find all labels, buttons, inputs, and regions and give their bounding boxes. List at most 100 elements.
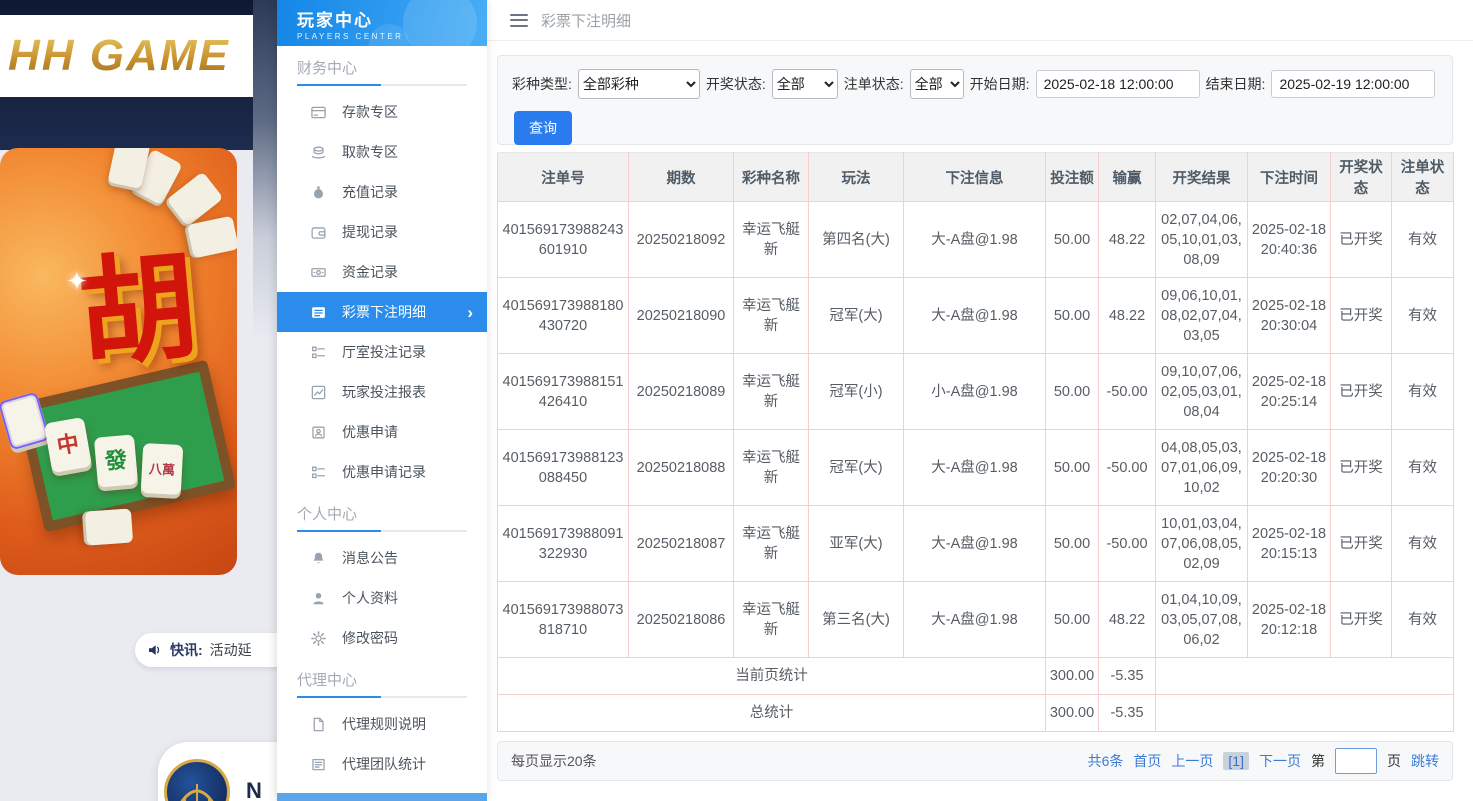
page-number-input[interactable]: [1335, 748, 1377, 774]
table-cell: 50.00: [1046, 278, 1099, 354]
sidebar-item-player-bet-report[interactable]: 玩家投注报表: [277, 372, 487, 412]
order-status-select[interactable]: 全部: [910, 69, 964, 99]
next-page-link[interactable]: 下一页: [1259, 751, 1301, 771]
edge-gradient-strip: [253, 0, 277, 340]
table-cell: 50.00: [1046, 202, 1099, 278]
mahjong-tile: 八萬: [141, 443, 184, 495]
table-cell: 09,06,10,01,08,02,07,04,03,05: [1156, 278, 1248, 354]
moneybag-icon: [310, 184, 327, 201]
table-cell: 2025-02-18 20:25:14: [1248, 354, 1331, 430]
start-date-label: 开始日期:: [970, 74, 1030, 94]
section-underline: [297, 530, 467, 532]
bell-icon: [310, 550, 327, 567]
search-button[interactable]: 查询: [514, 111, 572, 145]
main-content: 彩票下注明细 彩种类型: 全部彩种 开奖状态: 全部 注单状态: 全部 开始日期…: [487, 0, 1473, 801]
section-underline: [297, 84, 467, 86]
table-cell: 20250218089: [629, 354, 734, 430]
sidebar-item-label: 优惠申请: [342, 422, 398, 442]
wallet-icon: [310, 224, 327, 241]
mahjong-tile: [85, 508, 133, 545]
sidebar-item-deposit[interactable]: 存款专区: [277, 92, 487, 132]
table-cell: 大-A盘@1.98: [904, 506, 1046, 582]
speaker-icon: [147, 642, 163, 658]
table-cell: 401569173988091322930: [498, 506, 629, 582]
column-header: 开奖结果: [1156, 153, 1248, 202]
sidebar-nav: 财务中心存款专区取款专区充值记录提现记录资金记录彩票下注明细›厅室投注记录玩家投…: [277, 58, 487, 784]
table-cell: 2025-02-18 20:12:18: [1248, 582, 1331, 658]
column-header: 玩法: [809, 153, 904, 202]
total-count-text: 共6条: [1088, 751, 1124, 771]
summary-label: 当前页统计: [498, 658, 1046, 695]
column-header: 彩种名称: [734, 153, 809, 202]
logo-band: HH GAME: [0, 15, 253, 97]
end-date-label: 结束日期:: [1206, 74, 1266, 94]
table-cell: -50.00: [1099, 354, 1156, 430]
table-cell: 20250218088: [629, 430, 734, 506]
sidebar-item-label: 厅室投注记录: [342, 342, 426, 362]
table-cell: 小-A盘@1.98: [904, 354, 1046, 430]
table-cell: 50.00: [1046, 506, 1099, 582]
sidebar-item-promo-apply[interactable]: 优惠申请: [277, 412, 487, 452]
section-title: 个人中心: [297, 504, 467, 526]
lottery-type-select[interactable]: 全部彩种: [578, 69, 700, 99]
summary-empty: [1156, 695, 1454, 732]
filter-panel: 彩种类型: 全部彩种 开奖状态: 全部 注单状态: 全部 开始日期: 结束日期:…: [497, 55, 1453, 145]
filter-row: 彩种类型: 全部彩种 开奖状态: 全部 注单状态: 全部 开始日期: 结束日期:: [512, 69, 1438, 99]
summary-winloss-total: -5.35: [1099, 695, 1156, 732]
list-card-icon: [310, 304, 327, 321]
end-date-input[interactable]: [1271, 70, 1435, 98]
table-cell: 幸运飞艇新: [734, 506, 809, 582]
table-row: 40156917398809132293020250218087幸运飞艇新亚军(…: [498, 506, 1454, 582]
table-cell: 04,08,05,03,07,01,06,09,10,02: [1156, 430, 1248, 506]
page-title: 彩票下注明细: [541, 10, 631, 31]
table-cell: 亚军(大): [809, 506, 904, 582]
sidebar-item-messages[interactable]: 消息公告: [277, 538, 487, 578]
column-header: 注单号: [498, 153, 629, 202]
table-row: 40156917398812308845020250218088幸运飞艇新冠军(…: [498, 430, 1454, 506]
checklist-icon: [310, 464, 327, 481]
summary-bet-total: 300.00: [1046, 658, 1099, 695]
column-header: 注单状态: [1392, 153, 1454, 202]
draw-status-label: 开奖状态:: [706, 74, 766, 94]
sidebar-item-agent-team-stats[interactable]: 代理团队统计: [277, 744, 487, 784]
sidebar-item-recharge-records[interactable]: 充值记录: [277, 172, 487, 212]
table-cell: 50.00: [1046, 430, 1099, 506]
sidebar-item-change-password[interactable]: 修改密码: [277, 618, 487, 658]
chevron-right-icon: ›: [467, 304, 473, 321]
sidebar-item-agent-rules[interactable]: 代理规则说明: [277, 704, 487, 744]
left-page: HH GAME 中發八萬 胡 ✦ 快讯: 活动延 N: [0, 0, 277, 801]
checklist-icon: [310, 344, 327, 361]
prev-page-link[interactable]: 上一页: [1171, 751, 1213, 771]
table-cell: 大-A盘@1.98: [904, 582, 1046, 658]
sidebar-item-funds-records[interactable]: 资金记录: [277, 252, 487, 292]
table-cell: 10,01,03,04,07,06,08,05,02,09: [1156, 506, 1248, 582]
sidebar-header: 玩家中心 PLAYERS CENTER: [277, 0, 487, 46]
mahjong-tile: [187, 216, 237, 259]
sidebar-item-withdraw[interactable]: 取款专区: [277, 132, 487, 172]
menu-icon[interactable]: [510, 14, 528, 27]
app-root: HH GAME 中發八萬 胡 ✦ 快讯: 活动延 N 玩家中心: [0, 0, 1473, 801]
sidebar-item-promo-apply-records[interactable]: 优惠申请记录: [277, 452, 487, 492]
sidebar-item-hall-bet-records[interactable]: 厅室投注记录: [277, 332, 487, 372]
hand-coin-icon: [310, 144, 327, 161]
summary-label: 总统计: [498, 695, 1046, 732]
table-cell: 401569173988123088450: [498, 430, 629, 506]
sidebar-item-label: 优惠申请记录: [342, 462, 426, 482]
sidebar-item-label: 提现记录: [342, 222, 398, 242]
sidebar-item-withdrawal-records[interactable]: 提现记录: [277, 212, 487, 252]
news-icon: [310, 756, 327, 773]
draw-status-select[interactable]: 全部: [772, 69, 838, 99]
table-cell: 幸运飞艇新: [734, 582, 809, 658]
first-page-link[interactable]: 首页: [1133, 751, 1161, 771]
column-header: 开奖状态: [1331, 153, 1392, 202]
table-cell: 401569173988180430720: [498, 278, 629, 354]
start-date-input[interactable]: [1036, 70, 1200, 98]
sidebar-item-label: 个人资料: [342, 588, 398, 608]
jump-link[interactable]: 跳转: [1411, 751, 1439, 771]
sidebar-item-profile[interactable]: 个人资料: [277, 578, 487, 618]
sidebar-item-lottery-bet-details[interactable]: 彩票下注明细›: [277, 292, 487, 332]
table-cell: 已开奖: [1331, 430, 1392, 506]
brand-logo: HH GAME: [8, 31, 230, 81]
table-row: 40156917398818043072020250218090幸运飞艇新冠军(…: [498, 278, 1454, 354]
summary-winloss-total: -5.35: [1099, 658, 1156, 695]
